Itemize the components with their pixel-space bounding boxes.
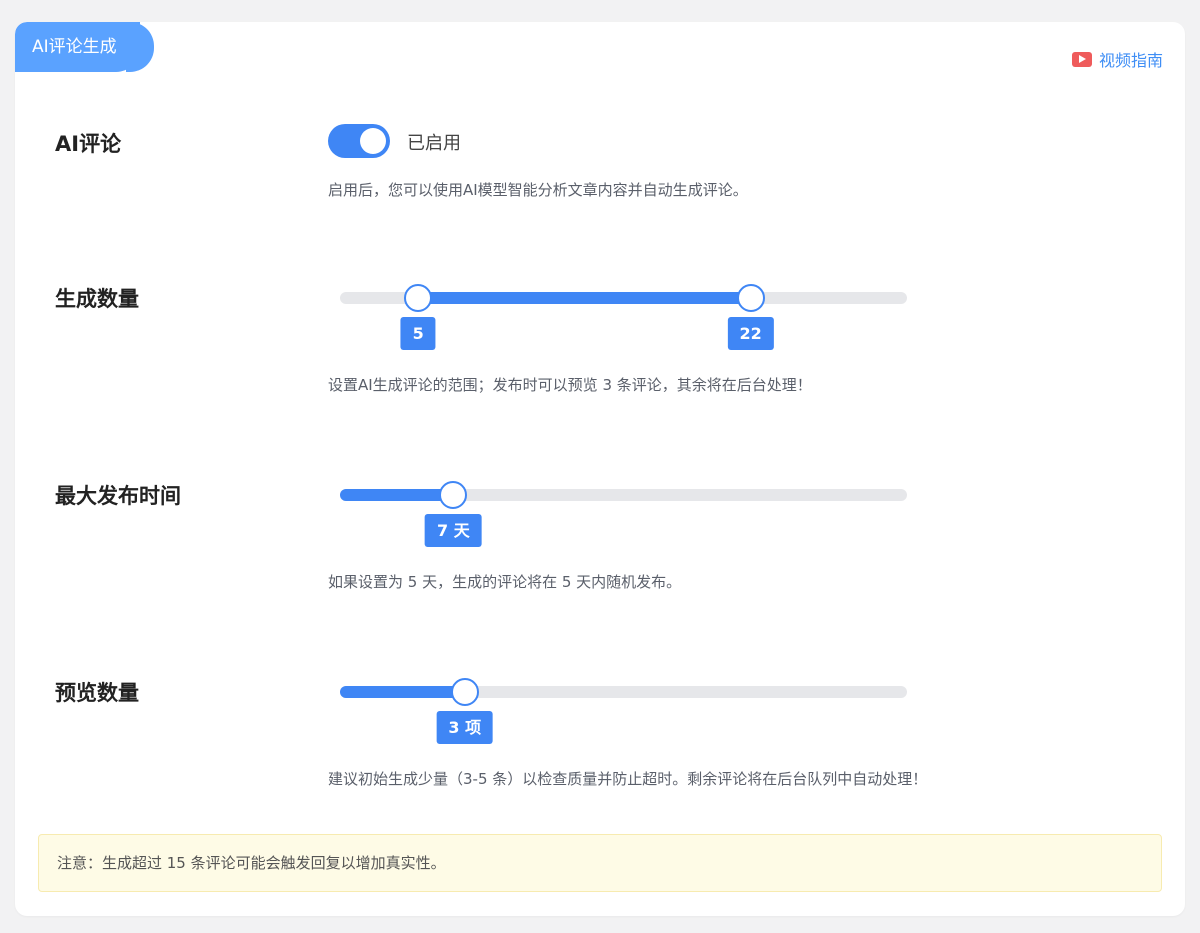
- slider-tooltip: 7 天: [425, 514, 482, 547]
- generate-count-range-slider[interactable]: 5 22: [340, 284, 907, 350]
- notice-banner: 注意：生成超过 15 条评论可能会触发回复以增加真实性。: [38, 834, 1162, 892]
- slider-fill: [340, 686, 465, 698]
- slider-handle[interactable]: [439, 481, 468, 509]
- video-guide-link[interactable]: 视频指南: [1071, 47, 1163, 71]
- slider-fill: [340, 489, 454, 501]
- settings-card: AI评论生成 视频指南 AI评论 已启用 启用后，您可以使用AI模型智能分析文章…: [15, 22, 1185, 916]
- max-publish-time-description: 如果设置为 5 天，生成的评论将在 5 天内随机发布。: [328, 573, 682, 591]
- slider-handle[interactable]: [450, 678, 479, 706]
- slider-tooltip: 3 项: [436, 711, 494, 744]
- ai-comment-label: AI评论: [55, 132, 122, 156]
- slider-handle-max[interactable]: [736, 284, 765, 312]
- section-tab: AI评论生成: [15, 22, 154, 72]
- ai-comment-toggle[interactable]: [328, 124, 390, 158]
- play-icon: [1071, 51, 1092, 67]
- slider-handle-min[interactable]: [404, 284, 433, 312]
- ai-comment-description: 启用后，您可以使用AI模型智能分析文章内容并自动生成评论。: [328, 181, 748, 199]
- generate-count-description: 设置AI生成评论的范围；发布时可以预览 3 条评论，其余将在后台处理！: [328, 376, 812, 394]
- generate-count-label: 生成数量: [55, 287, 139, 311]
- preview-count-label: 预览数量: [55, 681, 139, 705]
- max-publish-time-label: 最大发布时间: [55, 484, 181, 508]
- slider-fill: [418, 292, 751, 304]
- notice-text: 注意：生成超过 15 条评论可能会触发回复以增加真实性。: [57, 854, 446, 872]
- video-guide-label: 视频指南: [1098, 51, 1163, 70]
- slider-tooltip-max: 22: [727, 317, 774, 350]
- toggle-knob: [360, 128, 386, 154]
- preview-count-description: 建议初始生成少量（3-5 条）以检查质量并防止超时。剩余评论将在后台队列中自动处…: [328, 770, 928, 788]
- preview-count-slider[interactable]: 3 项: [340, 678, 907, 744]
- max-publish-time-slider[interactable]: 7 天: [340, 481, 907, 547]
- ai-comment-status: 已启用: [407, 133, 461, 154]
- section-tab-title: AI评论生成: [32, 37, 117, 57]
- slider-tooltip-min: 5: [400, 317, 436, 350]
